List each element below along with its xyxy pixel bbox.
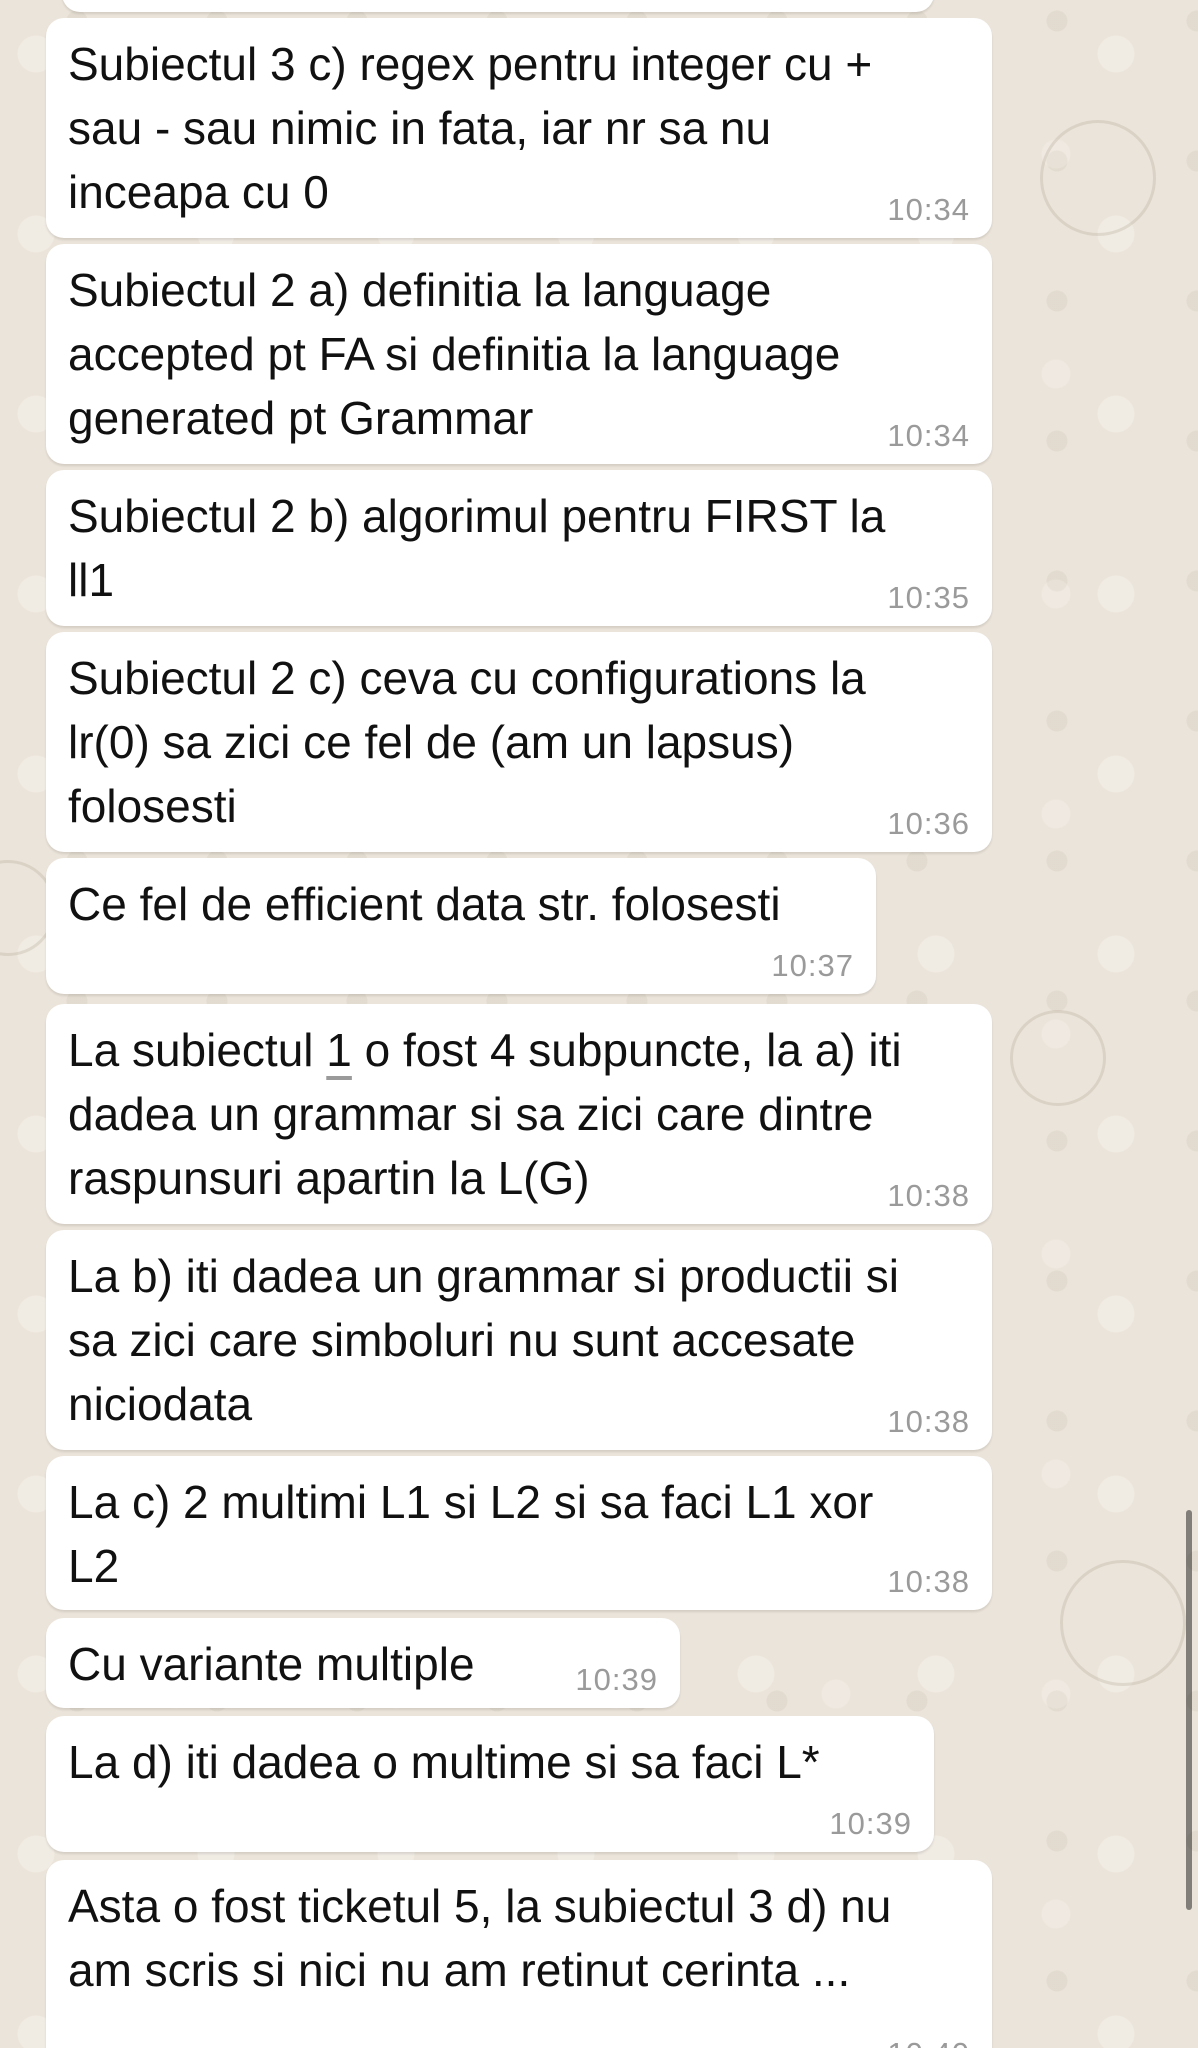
message-bubble[interactable]: Asta o fost ticketul 5, la subiectul 3 d… [46,1860,992,2048]
message-bubble[interactable]: La c) 2 multimi L1 si L2 si sa faci L1 x… [46,1456,992,1610]
message-text-part: La subiectul [68,1024,327,1076]
wallpaper-doodle [1060,1560,1186,1686]
message-bubble[interactable]: Subiectul 2 b) algorimul pentru FIRST la… [46,470,992,626]
wallpaper-doodle [1010,1010,1106,1106]
message-text: La b) iti dadea un grammar si productii … [68,1250,899,1430]
message-bubble[interactable]: La d) iti dadea o multime si sa faci L* … [46,1716,934,1852]
message-timestamp: 10:38 [887,1404,970,1439]
message-text: Asta o fost ticketul 5, la subiectul 3 d… [68,1880,892,1996]
message-text: La subiectul 1 o fost 4 subpuncte, la a)… [68,1018,972,1210]
message-timestamp: 10:40 [887,2036,970,2048]
message-number: 1 [326,1024,352,1076]
message-timestamp: 10:38 [887,1564,970,1599]
message-bubble[interactable]: Subiectul 3 c) regex pentru integer cu +… [46,18,992,238]
message-text: Subiectul 2 c) ceva cu configurations la… [68,652,866,832]
message-timestamp: 10:36 [887,806,970,841]
message-bubble[interactable]: Ce fel de efficient data str. folosesti … [46,858,876,994]
message-timestamp: 10:34 [887,418,970,453]
wallpaper-doodle [1040,120,1156,236]
message-text: Cu variante multiple [68,1638,475,1690]
message-bubble[interactable]: Subiectul 2 a) definitia la language acc… [46,244,992,464]
chat-message-list[interactable]: Subiectul 3 c) regex pentru integer cu +… [0,0,1198,2048]
message-text: Subiectul 2 b) algorimul pentru FIRST la… [68,490,886,606]
message-bubble[interactable]: Subiectul 2 c) ceva cu configurations la… [46,632,992,852]
message-text: La d) iti dadea o multime si sa faci L* [68,1736,820,1788]
message-timestamp: 10:35 [887,580,970,615]
message-text: La c) 2 multimi L1 si L2 si sa faci L1 x… [68,1476,874,1592]
message-timestamp: 10:34 [887,192,970,227]
scrollbar[interactable] [1186,1510,1192,1910]
message-bubble[interactable]: Cu variante multiple 10:39 [46,1618,680,1708]
message-timestamp: 10:39 [829,1806,912,1841]
message-text: Subiectul 2 a) definitia la language acc… [68,264,841,444]
previous-message-bubble[interactable] [62,0,934,12]
message-text: Ce fel de efficient data str. folosesti [68,878,781,930]
message-timestamp: 10:37 [771,948,854,983]
message-timestamp: 10:39 [575,1662,658,1697]
message-timestamp: 10:38 [887,1178,970,1213]
message-bubble[interactable]: La subiectul 1 o fost 4 subpuncte, la a)… [46,1004,992,1224]
message-bubble[interactable]: La b) iti dadea un grammar si productii … [46,1230,992,1450]
message-text: Subiectul 3 c) regex pentru integer cu +… [68,38,873,218]
